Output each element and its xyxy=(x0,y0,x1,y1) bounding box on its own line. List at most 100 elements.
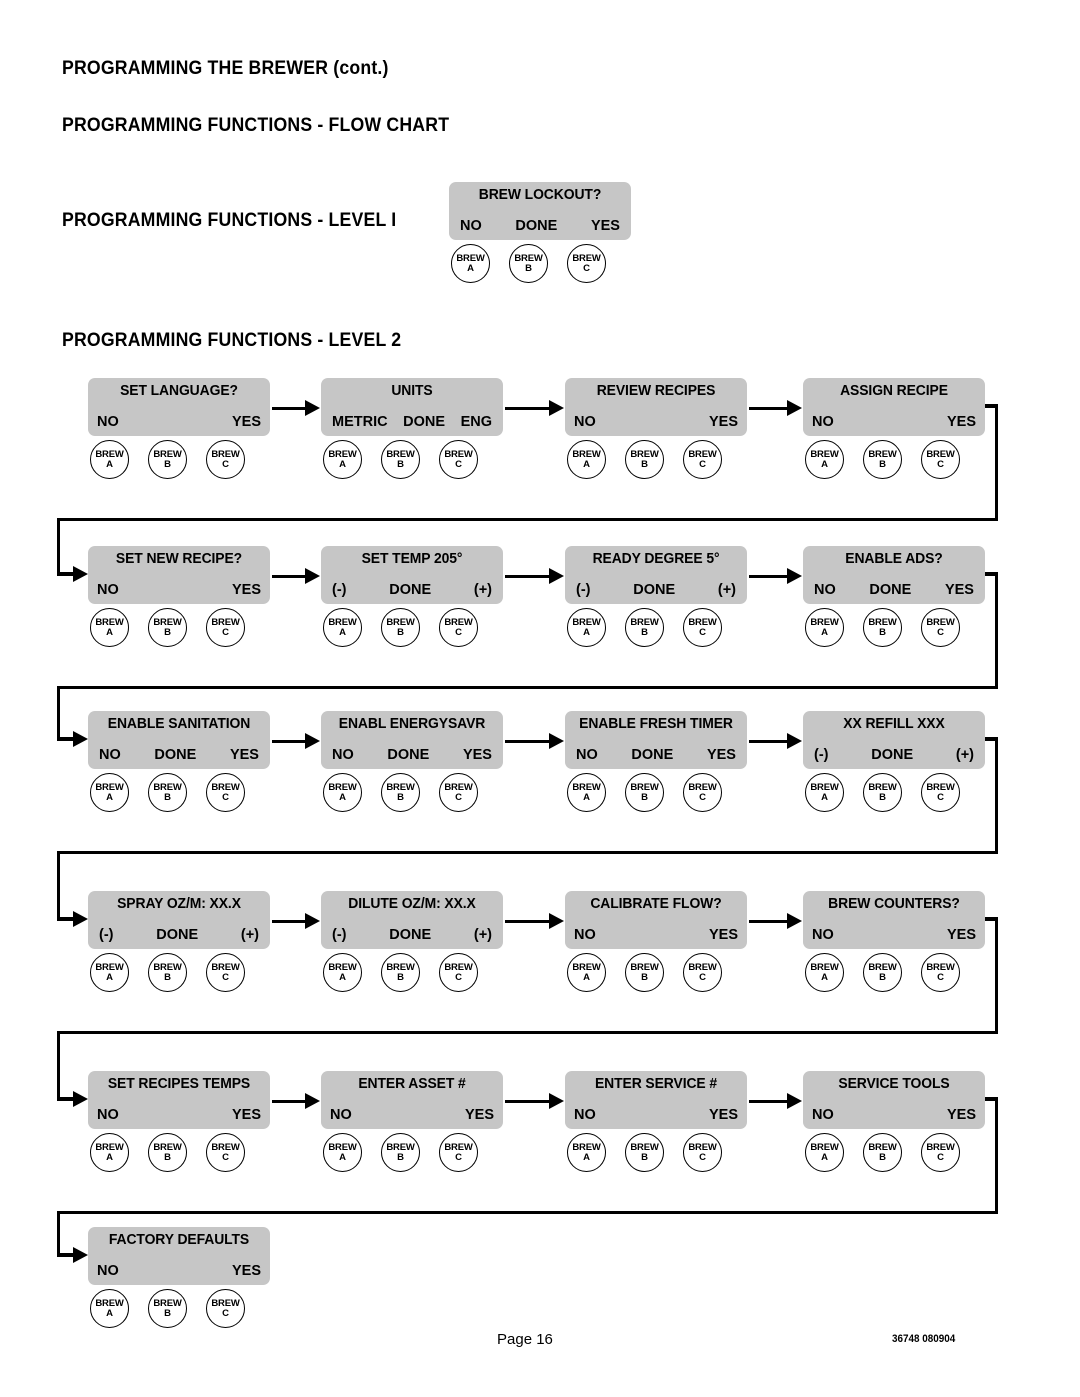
flow-node-calibrate-flow[interactable]: CALIBRATE FLOW? NO YES BREW A BREW B BREW C xyxy=(565,891,747,992)
node-option[interactable]: NO xyxy=(460,218,482,234)
node-option[interactable]: NO xyxy=(574,927,596,943)
brew-button-a[interactable]: BREW A xyxy=(567,773,606,812)
flow-node-units[interactable]: UNITS METRIC DONE ENG BREW A BREW B BREW C xyxy=(321,378,503,479)
node-option[interactable]: NO xyxy=(574,414,596,430)
brew-button-b[interactable]: BREW B xyxy=(625,440,664,479)
brew-button-b[interactable]: BREW B xyxy=(863,608,902,647)
node-option[interactable]: NO xyxy=(330,1107,352,1123)
node-option[interactable]: YES xyxy=(232,1107,261,1123)
node-option[interactable]: YES xyxy=(709,1107,738,1123)
brew-button-c[interactable]: BREW C xyxy=(567,244,606,283)
brew-button-b[interactable]: BREW B xyxy=(863,953,902,992)
node-option[interactable]: (+) xyxy=(956,747,974,763)
brew-button-c[interactable]: BREW C xyxy=(683,773,722,812)
brew-button-c[interactable]: BREW C xyxy=(206,1289,245,1328)
brew-button-c[interactable]: BREW C xyxy=(206,773,245,812)
brew-button-b[interactable]: BREW B xyxy=(863,1133,902,1172)
flow-node-set-temp-205[interactable]: SET TEMP 205° (-) DONE (+) BREW A BREW B BREW C xyxy=(321,546,503,647)
brew-button-c[interactable]: BREW C xyxy=(683,608,722,647)
brew-button-b[interactable]: BREW B xyxy=(625,608,664,647)
node-option[interactable]: NO xyxy=(812,927,834,943)
brew-button-c[interactable]: BREW C xyxy=(921,1133,960,1172)
brew-button-a[interactable]: BREW A xyxy=(567,608,606,647)
node-option[interactable]: DONE xyxy=(154,747,196,763)
brew-button-c[interactable]: BREW C xyxy=(206,440,245,479)
node-option[interactable]: (-) xyxy=(576,582,591,598)
flow-node-set-recipes-temps[interactable]: SET RECIPES TEMPS NO YES BREW A BREW B BREW C xyxy=(88,1071,270,1172)
node-option[interactable]: NO xyxy=(576,747,598,763)
flow-node-enable-sanitation[interactable]: ENABLE SANITATION NO DONE YES BREW A BREW B BREW… xyxy=(88,711,270,812)
brew-button-b[interactable]: BREW B xyxy=(863,773,902,812)
node-option[interactable]: YES xyxy=(232,1263,261,1279)
node-option[interactable]: YES xyxy=(230,747,259,763)
node-option[interactable]: (+) xyxy=(241,927,259,943)
flow-node-enable-ads[interactable]: ENABLE ADS? NO DONE YES BREW A BREW B BREW C xyxy=(803,546,985,647)
node-option[interactable]: (+) xyxy=(474,582,492,598)
brew-button-a[interactable]: BREW A xyxy=(90,440,129,479)
node-option[interactable]: ENG xyxy=(461,414,492,430)
brew-button-b[interactable]: BREW B xyxy=(381,440,420,479)
brew-button-c[interactable]: BREW C xyxy=(683,953,722,992)
brew-button-b[interactable]: BREW B xyxy=(625,1133,664,1172)
node-option[interactable]: YES xyxy=(232,414,261,430)
node-option[interactable]: NO xyxy=(97,414,119,430)
brew-button-a[interactable]: BREW A xyxy=(805,953,844,992)
node-option[interactable]: NO xyxy=(812,1107,834,1123)
flow-node-set-new-recipe[interactable]: SET NEW RECIPE? NO YES BREW A BREW B BREW C xyxy=(88,546,270,647)
brew-button-a[interactable]: BREW A xyxy=(90,773,129,812)
brew-button-a[interactable]: BREW A xyxy=(323,440,362,479)
brew-button-c[interactable]: BREW C xyxy=(921,440,960,479)
brew-button-c[interactable]: BREW C xyxy=(683,440,722,479)
brew-button-c[interactable]: BREW C xyxy=(439,440,478,479)
node-option[interactable]: NO xyxy=(97,1263,119,1279)
brew-button-a[interactable]: BREW A xyxy=(451,244,490,283)
node-option[interactable]: DONE xyxy=(871,747,913,763)
flow-node-assign-recipe[interactable]: ASSIGN RECIPE NO YES BREW A BREW B BREW C xyxy=(803,378,985,479)
node-option[interactable]: DONE xyxy=(403,414,445,430)
node-option[interactable]: YES xyxy=(707,747,736,763)
flow-node-xx-refill-xxx[interactable]: XX REFILL XXX (-) DONE (+) BREW A BREW B BREW C xyxy=(803,711,985,812)
node-option[interactable]: NO xyxy=(97,582,119,598)
brew-button-a[interactable]: BREW A xyxy=(90,953,129,992)
flow-node-ready-degree-5[interactable]: READY DEGREE 5° (-) DONE (+) BREW A BREW B BREW C xyxy=(565,546,747,647)
brew-button-a[interactable]: BREW A xyxy=(323,608,362,647)
node-option[interactable]: DONE xyxy=(156,927,198,943)
flow-node-dilute-oz-m-xx-x[interactable]: DILUTE OZ/M: XX.X (-) DONE (+) BREW A BREW B BRE… xyxy=(321,891,503,992)
brew-button-c[interactable]: BREW C xyxy=(921,608,960,647)
brew-button-a[interactable]: BREW A xyxy=(323,1133,362,1172)
brew-button-a[interactable]: BREW A xyxy=(323,773,362,812)
node-option[interactable]: YES xyxy=(947,414,976,430)
node-option[interactable]: DONE xyxy=(515,218,557,234)
node-option[interactable]: (-) xyxy=(814,747,829,763)
brew-button-c[interactable]: BREW C xyxy=(439,1133,478,1172)
brew-button-c[interactable]: BREW C xyxy=(206,1133,245,1172)
node-option[interactable]: METRIC xyxy=(332,414,388,430)
brew-button-a[interactable]: BREW A xyxy=(90,608,129,647)
node-option[interactable]: YES xyxy=(709,927,738,943)
brew-button-a[interactable]: BREW A xyxy=(805,608,844,647)
brew-button-a[interactable]: BREW A xyxy=(90,1289,129,1328)
brew-button-b[interactable]: BREW B xyxy=(148,1289,187,1328)
brew-button-b[interactable]: BREW B xyxy=(863,440,902,479)
node-option[interactable]: NO xyxy=(812,414,834,430)
brew-button-c[interactable]: BREW C xyxy=(206,608,245,647)
flow-node-service-tools[interactable]: SERVICE TOOLS NO YES BREW A BREW B BREW C xyxy=(803,1071,985,1172)
node-option[interactable]: (-) xyxy=(332,927,347,943)
brew-button-c[interactable]: BREW C xyxy=(439,608,478,647)
node-option[interactable]: NO xyxy=(99,747,121,763)
node-option[interactable]: DONE xyxy=(389,582,431,598)
brew-button-a[interactable]: BREW A xyxy=(90,1133,129,1172)
flow-node-spray-oz-m-xx-x[interactable]: SPRAY OZ/M: XX.X (-) DONE (+) BREW A BREW B BREW… xyxy=(88,891,270,992)
node-option[interactable]: NO xyxy=(97,1107,119,1123)
node-option[interactable]: (+) xyxy=(474,927,492,943)
node-option[interactable]: YES xyxy=(709,414,738,430)
flow-node-factory-defaults[interactable]: FACTORY DEFAULTS NO YES BREW A BREW B BREW C xyxy=(88,1227,270,1328)
node-option[interactable]: DONE xyxy=(631,747,673,763)
node-option[interactable]: (-) xyxy=(99,927,114,943)
brew-button-a[interactable]: BREW A xyxy=(805,440,844,479)
flow-node-brew-lockout[interactable]: BREW LOCKOUT? NO DONE YES BREW A BREW B BR… xyxy=(449,182,631,283)
brew-button-a[interactable]: BREW A xyxy=(567,440,606,479)
brew-button-c[interactable]: BREW C xyxy=(683,1133,722,1172)
brew-button-a[interactable]: BREW A xyxy=(805,773,844,812)
brew-button-c[interactable]: BREW C xyxy=(206,953,245,992)
